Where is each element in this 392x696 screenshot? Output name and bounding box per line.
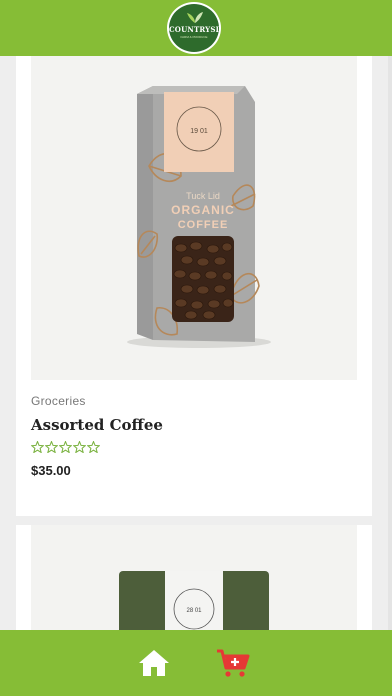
package-label-1: Tuck Lid xyxy=(186,191,220,201)
product-card[interactable]: 28 01 xyxy=(16,525,372,630)
stamp-number: 28 01 xyxy=(186,608,202,614)
star-icon xyxy=(31,441,44,453)
green-package-illustration: 28 01 xyxy=(119,571,269,630)
star-rating xyxy=(31,441,100,453)
package-label-3: COFFEE xyxy=(178,219,229,231)
product-category[interactable]: Groceries xyxy=(31,394,86,408)
brand-logo[interactable]: COUNTRYSIDE FARM & PRODUCE xyxy=(167,2,221,54)
star-icon xyxy=(73,441,86,453)
star-icon xyxy=(45,441,58,453)
scrollbar[interactable] xyxy=(388,56,392,630)
product-image[interactable]: 19 01 Tuck Lid ORGANIC COFFEE xyxy=(31,56,357,380)
home-button[interactable] xyxy=(137,647,171,679)
top-bar: COUNTRYSIDE FARM & PRODUCE xyxy=(0,0,392,56)
product-title[interactable]: Assorted Coffee xyxy=(31,416,163,434)
leaf-icon xyxy=(187,12,203,23)
cart-button[interactable] xyxy=(216,647,250,679)
star-icon xyxy=(87,441,100,453)
logo-subtext: FARM & PRODUCE xyxy=(180,35,208,39)
package-label-2: ORGANIC xyxy=(171,203,235,217)
star-icon xyxy=(59,441,72,453)
home-icon xyxy=(139,650,169,676)
coffee-package-illustration: 19 01 Tuck Lid ORGANIC COFFEE xyxy=(127,86,271,348)
stamp-number: 19 01 xyxy=(190,128,208,135)
product-price: $35.00 xyxy=(31,463,71,478)
logo-text: COUNTRYSIDE xyxy=(169,25,220,34)
product-card[interactable]: 19 01 Tuck Lid ORGANIC COFFEE Groceries … xyxy=(16,56,372,516)
product-list[interactable]: 19 01 Tuck Lid ORGANIC COFFEE Groceries … xyxy=(0,56,392,630)
product-image[interactable]: 28 01 xyxy=(31,525,357,630)
bottom-nav xyxy=(0,630,392,696)
cart-add-icon xyxy=(217,649,250,677)
